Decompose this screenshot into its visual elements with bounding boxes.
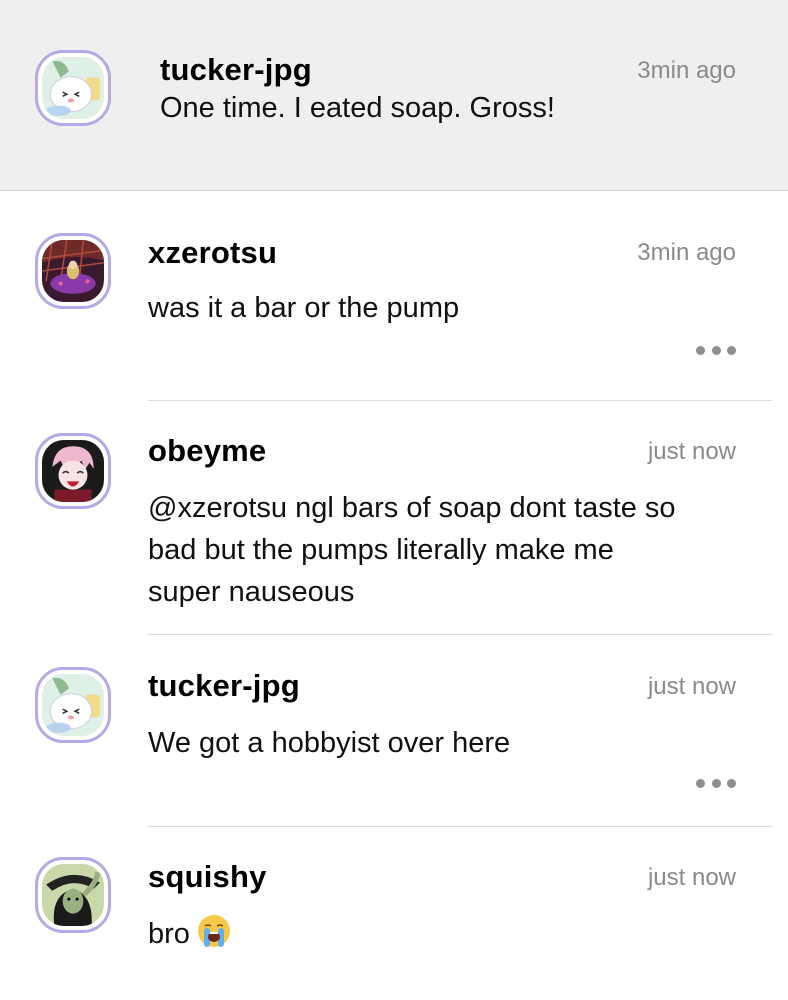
character-avatar-icon bbox=[42, 864, 104, 926]
username[interactable]: obeyme bbox=[148, 433, 266, 469]
reply-text-line: super nauseous bbox=[148, 576, 355, 608]
timestamp: just now bbox=[647, 864, 736, 891]
reply-text: bro bbox=[148, 913, 232, 955]
username[interactable]: squishy bbox=[148, 859, 267, 895]
reply-text: @xzerotsu ngl bars of soap dont taste so… bbox=[148, 487, 676, 613]
reply-text: was it a bar or the pump bbox=[148, 292, 460, 324]
reply-text: We got a hobbyist over here bbox=[148, 727, 511, 759]
character-avatar-icon bbox=[42, 440, 104, 502]
character-avatar-icon bbox=[42, 240, 104, 302]
divider bbox=[148, 400, 772, 401]
character-avatar-icon bbox=[42, 57, 104, 119]
timestamp: just now bbox=[647, 673, 736, 700]
character-avatar-icon bbox=[42, 674, 104, 736]
reply-text-content: bro bbox=[148, 918, 190, 950]
username[interactable]: tucker-jpg bbox=[160, 52, 312, 88]
avatar[interactable] bbox=[35, 50, 111, 126]
avatar[interactable] bbox=[35, 667, 111, 743]
avatar[interactable] bbox=[35, 233, 111, 309]
username[interactable]: tucker-jpg bbox=[148, 668, 300, 704]
username[interactable]: xzerotsu bbox=[148, 235, 277, 271]
loudly-crying-face-icon bbox=[196, 913, 232, 949]
avatar[interactable] bbox=[35, 857, 111, 933]
timestamp: 3min ago bbox=[637, 239, 736, 266]
divider bbox=[148, 826, 772, 827]
reply-text-line: @xzerotsu ngl bars of soap dont taste so bbox=[148, 492, 676, 524]
avatar[interactable] bbox=[35, 433, 111, 509]
more-options-icon[interactable] bbox=[696, 777, 736, 789]
timestamp: just now bbox=[647, 438, 736, 465]
divider bbox=[148, 634, 772, 635]
more-options-icon[interactable] bbox=[696, 344, 736, 356]
timestamp: 3min ago bbox=[637, 57, 736, 84]
original-post[interactable]: tucker-jpg 3min ago One time. I eated so… bbox=[0, 0, 788, 191]
post-text: One time. I eated soap. Gross! bbox=[160, 92, 555, 124]
reply-text-line: bad but the pumps literally make me bbox=[148, 534, 614, 566]
